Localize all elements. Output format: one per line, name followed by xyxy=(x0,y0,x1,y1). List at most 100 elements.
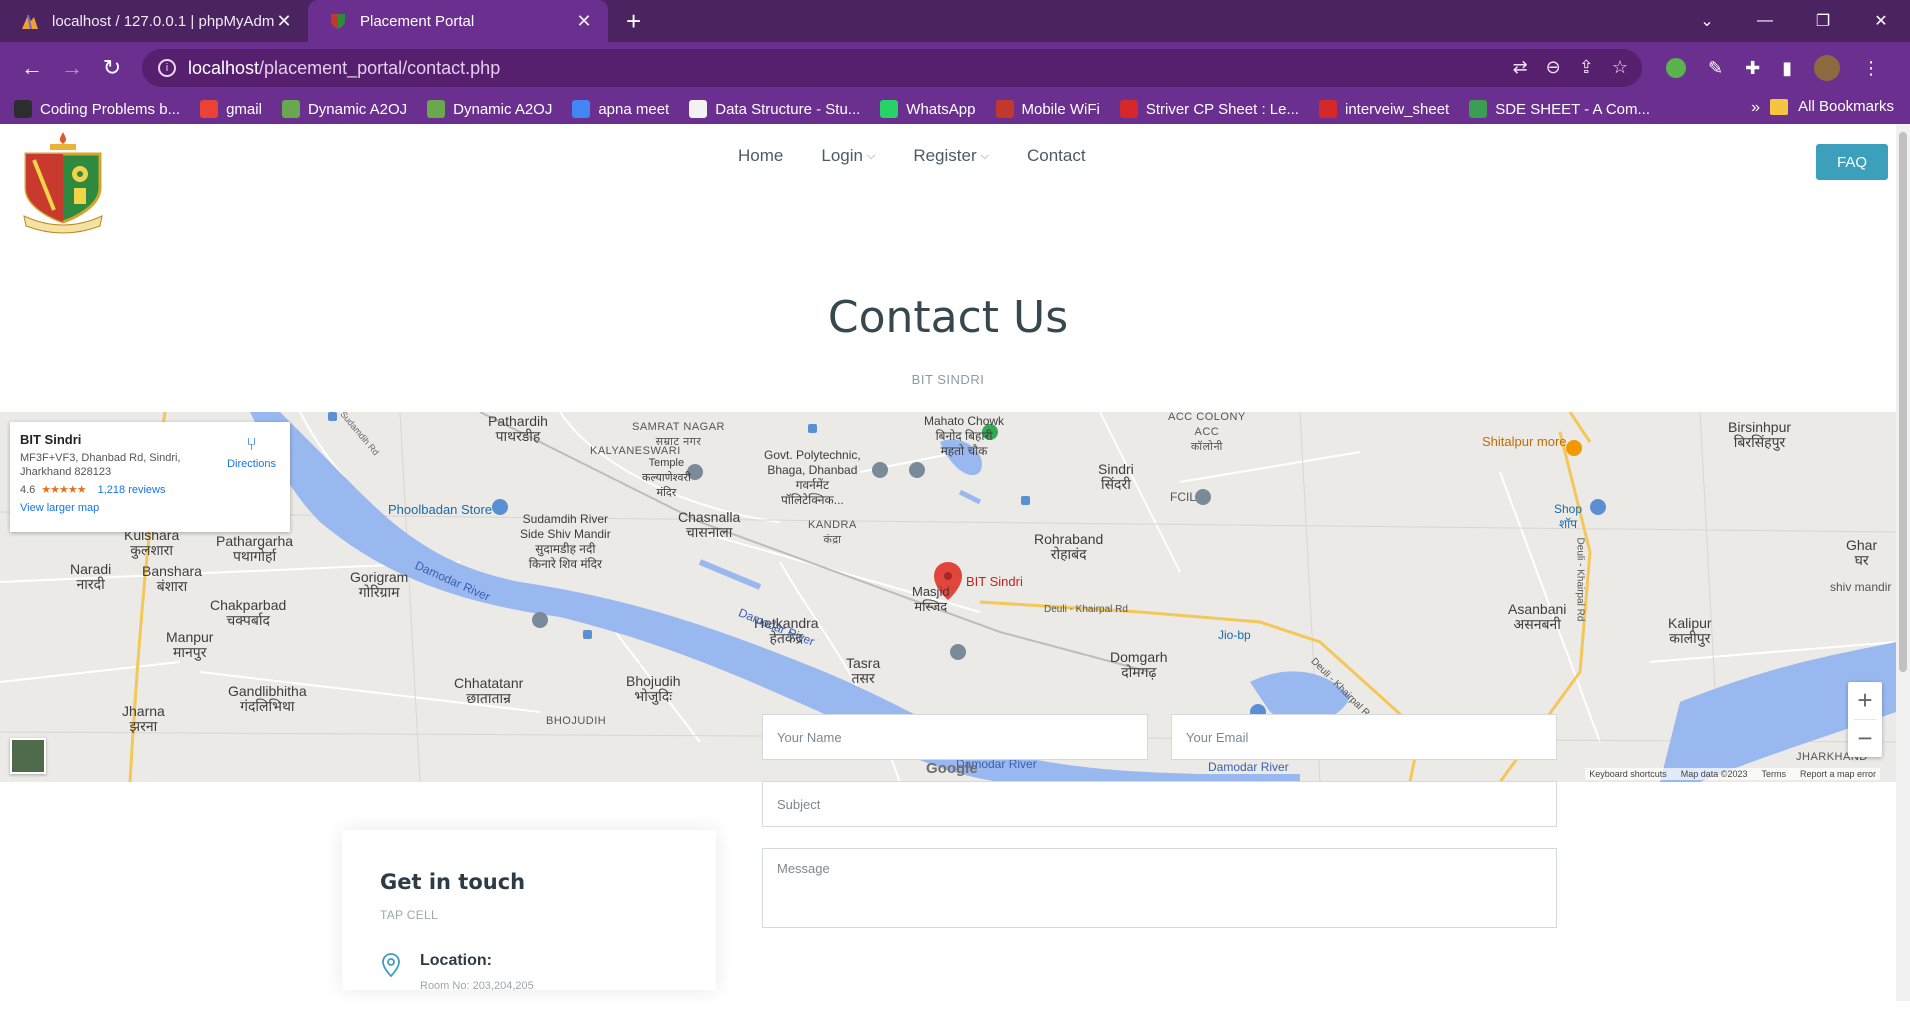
browser-toolbar: ← → ↻ i localhost/placement_portal/conta… xyxy=(0,42,1910,94)
bookmark-item[interactable]: gmail xyxy=(200,100,262,118)
bookmark-star-icon[interactable]: ☆ xyxy=(1612,57,1628,78)
map-label: Chasnalla चासनाला xyxy=(678,509,741,540)
map-label: Mahato Chowk बिनोद बिहारी महतो चौक xyxy=(924,414,1005,458)
directions-button[interactable]: ⑂ Directions xyxy=(227,434,276,470)
email-field[interactable] xyxy=(1171,714,1557,760)
map-label: Shitalpur more xyxy=(1482,434,1567,449)
bookmark-favicon-icon xyxy=(1119,100,1138,118)
tab-phpmyadmin[interactable]: localhost / 127.0.0.1 | phpMyAdmin ✕ xyxy=(0,0,308,42)
bookmarks-bar: » All Bookmarks Coding Problems b... gmai… xyxy=(0,94,1910,124)
bookmark-label: Data Structure - Stu... xyxy=(715,100,861,118)
bookmark-label: Dynamic A2OJ xyxy=(453,100,553,118)
bookmark-item[interactable]: apna meet xyxy=(572,100,669,118)
address-bar[interactable]: i localhost/placement_portal/contact.php… xyxy=(142,49,1642,87)
bookmark-item[interactable]: SDE SHEET - A Com... xyxy=(1469,100,1650,118)
map-label: Domgarh दोमगढ़ xyxy=(1110,649,1168,680)
nav-contact[interactable]: Contact xyxy=(1027,146,1086,166)
bookmark-item[interactable]: Dynamic A2OJ xyxy=(281,100,408,118)
all-bookmarks[interactable]: All Bookmarks xyxy=(1770,98,1894,115)
scrollbar-thumb[interactable] xyxy=(1899,132,1907,672)
side-panel-icon[interactable]: ▮ xyxy=(1782,58,1792,79)
email-input[interactable] xyxy=(1186,729,1542,745)
new-tab-icon[interactable]: + xyxy=(626,0,641,42)
map-label: Chakparbad चक्पर्बाद xyxy=(210,597,287,628)
terms-link[interactable]: Terms xyxy=(1761,769,1786,779)
more-bookmarks-icon[interactable]: » xyxy=(1751,99,1760,117)
restore-icon[interactable]: ❐ xyxy=(1794,11,1852,31)
reviews-link[interactable]: 1,218 reviews xyxy=(98,484,166,496)
bookmark-item[interactable]: Dynamic A2OJ xyxy=(427,100,552,118)
chevron-down-icon: ⌵ xyxy=(866,149,876,162)
bookmark-item[interactable]: Mobile WiFi xyxy=(995,100,1100,118)
marker-label[interactable]: BIT Sindri xyxy=(966,574,1023,589)
view-larger-map-link[interactable]: View larger map xyxy=(20,502,280,514)
message-input[interactable] xyxy=(777,861,1542,876)
map-label: KANDRA कंद्रा xyxy=(808,519,857,546)
name-field[interactable] xyxy=(762,714,1148,760)
contact-heading: Get in touch xyxy=(380,870,526,894)
bookmark-label: Striver CP Sheet : Le... xyxy=(1145,100,1299,118)
nav-label: Home xyxy=(738,146,784,165)
nav-home[interactable]: Home xyxy=(738,146,783,166)
puzzle-extensions-icon[interactable]: ✚ xyxy=(1745,58,1760,79)
map-label: Naradi नारदी xyxy=(70,561,112,592)
close-tab-icon[interactable]: ✕ xyxy=(274,11,294,32)
report-error-link[interactable]: Report a map error xyxy=(1800,769,1876,779)
bookmark-item[interactable]: Striver CP Sheet : Le... xyxy=(1119,100,1299,118)
bookmark-label: Dynamic A2OJ xyxy=(307,100,408,118)
zoom-icon[interactable]: ⊖ xyxy=(1546,57,1561,78)
back-icon[interactable]: ← xyxy=(12,55,52,81)
translate-icon[interactable]: ⇄ xyxy=(1513,57,1528,78)
menu-kebab-icon[interactable]: ⋮ xyxy=(1862,58,1880,79)
bookmark-favicon-icon xyxy=(1318,100,1337,118)
tab-placement-portal[interactable]: Placement Portal ✕ xyxy=(308,0,608,42)
bookmark-label: Coding Problems b... xyxy=(40,100,181,118)
bookmark-favicon-icon xyxy=(14,100,32,118)
bookmark-item[interactable]: interveiw_sheet xyxy=(1318,100,1450,118)
zoom-out-icon[interactable]: − xyxy=(1848,720,1882,757)
map-label: Gandlibhitha गंदलिभिथा xyxy=(228,683,307,714)
close-window-icon[interactable]: ✕ xyxy=(1852,11,1910,31)
nav-login[interactable]: Login ⌵ xyxy=(821,146,875,166)
extension-icons: ✎ ✚ ▮ ⋮ xyxy=(1666,55,1880,81)
reload-icon[interactable]: ↻ xyxy=(92,55,132,81)
google-logo: Google xyxy=(926,760,978,777)
name-input[interactable] xyxy=(777,729,1133,745)
map-label: Jharna झरना xyxy=(122,703,165,734)
site-info-icon[interactable]: i xyxy=(158,59,176,77)
zoom-in-icon[interactable]: + xyxy=(1848,682,1882,719)
map-label: Kulshara कुलशारा xyxy=(124,527,180,558)
bookmark-favicon-icon xyxy=(281,100,300,118)
map-label: Sindri सिंदरी xyxy=(1098,461,1134,492)
keyboard-shortcuts-link[interactable]: Keyboard shortcuts xyxy=(1589,769,1667,779)
browser-chrome: localhost / 127.0.0.1 | phpMyAdmin ✕ Pla… xyxy=(0,0,1910,124)
close-tab-icon[interactable]: ✕ xyxy=(574,11,594,32)
place-address: MF3F+VF3, Dhanbad Rd, Sindri, Jharkhand … xyxy=(20,452,181,478)
profile-avatar[interactable] xyxy=(1814,55,1841,81)
nav-register[interactable]: Register ⌵ xyxy=(913,146,989,166)
extension-green-icon[interactable] xyxy=(1666,58,1686,78)
faq-button[interactable]: FAQ xyxy=(1816,144,1888,180)
subject-field[interactable] xyxy=(762,781,1557,827)
bookmark-item[interactable]: Data Structure - Stu... xyxy=(689,100,860,118)
forward-icon[interactable]: → xyxy=(52,55,92,81)
share-icon[interactable]: ⇪ xyxy=(1579,57,1594,78)
bookmark-item[interactable]: Coding Problems b... xyxy=(14,100,180,118)
minimize-icon[interactable]: — xyxy=(1736,12,1794,30)
bookmark-label: interveiw_sheet xyxy=(1344,100,1450,118)
subject-input[interactable] xyxy=(777,796,1542,812)
bookmark-label: WhatsApp xyxy=(906,100,976,118)
message-field[interactable] xyxy=(762,848,1557,928)
map-label: Pathargarha पथागोर्हा xyxy=(216,533,294,564)
bookmark-item[interactable]: WhatsApp xyxy=(880,100,976,118)
pen-extension-icon[interactable]: ✎ xyxy=(1708,58,1723,79)
tab-title: Placement Portal xyxy=(360,12,475,30)
map-label: Manpur मानपुर xyxy=(166,629,214,660)
tab-search-icon[interactable]: ⌄ xyxy=(1678,11,1736,31)
page-scrollbar[interactable] xyxy=(1896,124,1910,1001)
map-data-text: Map data ©2023 xyxy=(1680,769,1748,779)
directions-label: Directions xyxy=(227,458,276,470)
satellite-toggle[interactable] xyxy=(10,738,46,774)
nav-label: Contact xyxy=(1026,146,1086,165)
college-logo[interactable] xyxy=(20,130,106,234)
